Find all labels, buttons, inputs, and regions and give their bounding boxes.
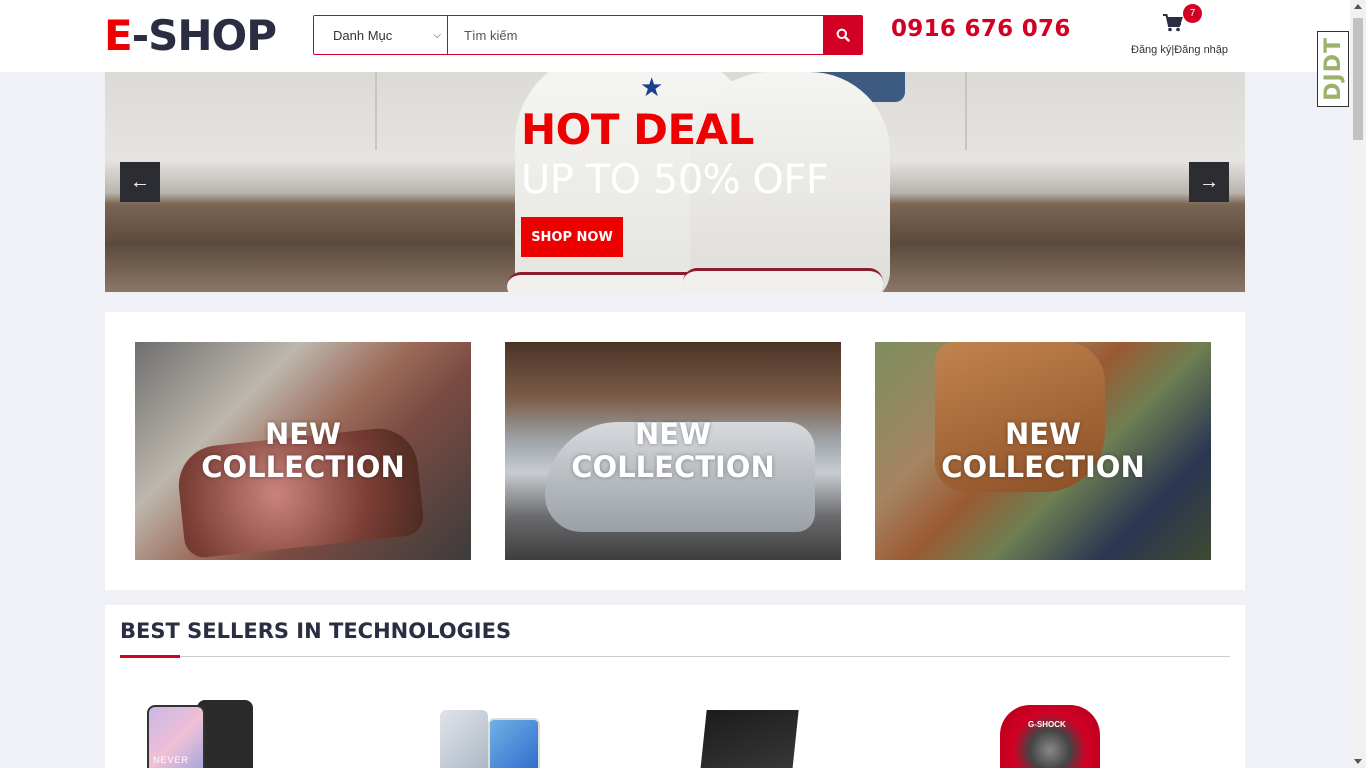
sneaker-sole	[683, 268, 883, 292]
category-select-value: Danh Mục	[333, 27, 393, 43]
cart-count-badge: 7	[1183, 4, 1202, 23]
product-image[interactable]: NEVER	[147, 700, 255, 768]
watch	[1000, 705, 1100, 768]
collection-label-line: COLLECTION	[571, 450, 775, 484]
collection-label-line: COLLECTION	[941, 450, 1145, 484]
slider-next-button[interactable]: →	[1189, 162, 1229, 202]
cart-icon[interactable]	[1163, 14, 1183, 32]
scrollbar-thumb[interactable]	[1353, 18, 1363, 140]
collection-label: NEW COLLECTION	[201, 418, 404, 484]
collection-label-line: COLLECTION	[201, 450, 405, 484]
arrow-left-icon: ←	[130, 170, 150, 193]
smartphone-back	[197, 700, 253, 768]
hero-subtitle: UP TO 50% OFF	[521, 157, 829, 203]
extension-badge[interactable]: DJDT	[1317, 31, 1349, 107]
vertical-scrollbar[interactable]	[1350, 0, 1366, 768]
smartphone-front	[488, 718, 540, 768]
scroll-up-icon[interactable]	[1354, 4, 1362, 9]
collection-card[interactable]: NEW COLLECTION	[505, 342, 841, 560]
collection-label-line: NEW	[1004, 417, 1082, 451]
collection-label: NEW COLLECTION	[571, 418, 774, 484]
smartphone-back	[440, 710, 488, 768]
search-button[interactable]	[823, 16, 862, 54]
search-bar: Danh Mục ⌵ Tìm kiếm	[313, 15, 863, 55]
hotline-phone[interactable]: 0916 676 076	[891, 16, 1071, 42]
collections-section: NEW COLLECTION NEW COLLECTION NEW COLLEC…	[105, 312, 1245, 590]
slider-prev-button[interactable]: ←	[120, 162, 160, 202]
extension-badge-text: DJDT	[1320, 37, 1346, 101]
hero-bg-detail	[375, 72, 377, 150]
site-logo[interactable]: E-SHOP	[104, 11, 277, 60]
product-print: NEVER	[153, 755, 190, 765]
product-image[interactable]	[440, 700, 545, 768]
collection-label-line: NEW	[264, 417, 342, 451]
bestsellers-section: BEST SELLERS IN TECHNOLOGIES NEVER G-SHO…	[105, 605, 1245, 768]
site-header: E-SHOP Danh Mục ⌵ Tìm kiếm 0916 676 076 …	[0, 0, 1350, 72]
product-image[interactable]: G-SHOCK	[1000, 700, 1100, 768]
auth-links[interactable]: Đăng ký|Đăng nhập	[1131, 44, 1228, 56]
section-title-accent	[120, 655, 180, 658]
section-title: BEST SELLERS IN TECHNOLOGIES	[120, 619, 512, 643]
scroll-down-icon[interactable]	[1354, 759, 1362, 764]
star-logo-icon: ★	[640, 72, 664, 102]
arrow-right-icon: →	[1199, 170, 1219, 193]
collection-card[interactable]: NEW COLLECTION	[135, 342, 471, 560]
chevron-down-icon: ⌵	[433, 29, 441, 41]
category-select[interactable]: Danh Mục ⌵	[314, 16, 448, 54]
logo-accent: E	[104, 11, 133, 60]
hero-title: HOT DEAL	[521, 105, 754, 154]
logo-text: -SHOP	[131, 11, 277, 60]
game-console	[699, 710, 799, 768]
product-image[interactable]	[699, 700, 799, 768]
search-icon	[836, 28, 850, 42]
hero-bg-detail	[965, 72, 967, 150]
collection-card[interactable]: NEW COLLECTION	[875, 342, 1211, 560]
product-print: G-SHOCK	[1028, 720, 1066, 729]
section-divider	[120, 656, 1230, 657]
collection-label-line: NEW	[634, 417, 712, 451]
shop-now-button[interactable]: SHOP NOW	[521, 217, 623, 257]
search-input[interactable]: Tìm kiếm	[448, 16, 823, 54]
collection-label: NEW COLLECTION	[941, 418, 1144, 484]
